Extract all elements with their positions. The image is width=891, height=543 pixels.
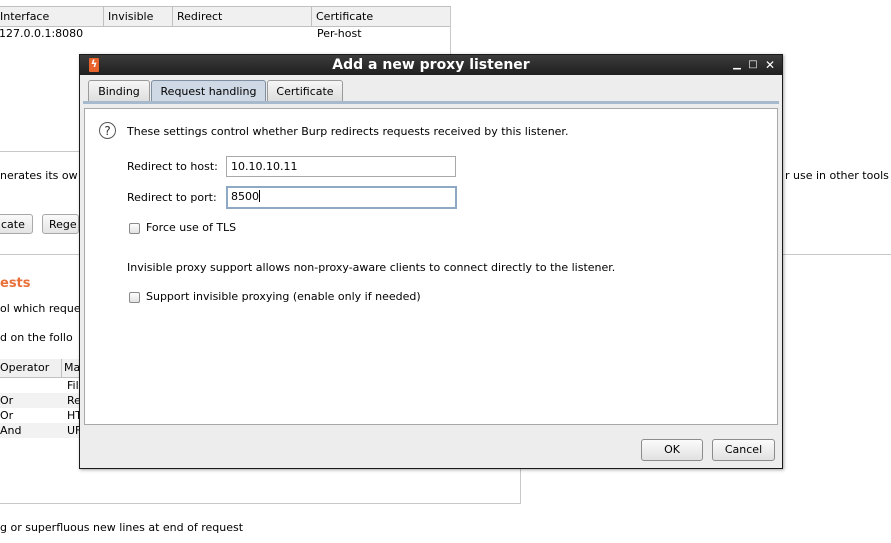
tab-request-handling[interactable]: Request handling <box>151 80 266 103</box>
column-header-certificate[interactable]: Certificate <box>312 7 450 26</box>
minimize-icon[interactable]: ▁ <box>730 58 744 72</box>
listener-interface: 127.0.0.1:8080 <box>0 27 84 40</box>
rule-operator: Or <box>0 409 14 422</box>
force-tls-label[interactable]: Force use of TLS <box>146 221 236 234</box>
section-description-2: d on the follo <box>0 331 73 344</box>
divider <box>0 254 79 255</box>
ok-button[interactable]: OK <box>641 439 703 461</box>
cancel-button[interactable]: Cancel <box>712 439 775 461</box>
rule-operator: And <box>0 424 22 437</box>
listener-certificate: Per-host <box>317 27 362 40</box>
redirect-port-label: Redirect to port: <box>127 191 217 204</box>
listeners-table-header: Interface Invisible Redirect Certificate <box>0 6 450 27</box>
section-description-1: ol which reque <box>0 302 81 315</box>
column-header-operator[interactable]: Operator <box>0 359 62 377</box>
redirect-host-value: 10.10.10.11 <box>231 160 298 173</box>
tab-strip <box>83 101 779 104</box>
help-icon[interactable]: ? <box>99 122 116 139</box>
redirect-host-label: Redirect to host: <box>127 160 218 173</box>
close-icon[interactable]: ✕ <box>763 58 777 72</box>
dialog-title: Add a new proxy listener <box>332 57 530 73</box>
redirect-port-input[interactable]: 8500 <box>226 186 457 209</box>
request-handling-panel: ? These settings control whether Burp re… <box>84 108 778 425</box>
section-title: ests <box>0 276 31 291</box>
table-row[interactable]: 127.0.0.1:8080 Per-host <box>0 26 450 42</box>
invisible-proxy-label[interactable]: Support invisible proxying (enable only … <box>146 290 421 303</box>
redirect-port-value: 8500 <box>231 190 259 203</box>
tab-binding[interactable]: Binding <box>88 80 150 101</box>
cert-description-left: nerates its ow <box>0 169 78 182</box>
rule-match: Fil <box>67 379 79 392</box>
column-header-invisible[interactable]: Invisible <box>104 7 173 26</box>
divider <box>783 254 891 255</box>
redirect-host-input[interactable]: 10.10.10.11 <box>226 156 456 177</box>
text-caret <box>259 190 260 202</box>
add-proxy-listener-dialog: ϟ Add a new proxy listener ▁ □ ✕ Binding… <box>79 54 783 469</box>
export-cacert-button[interactable]: cate <box>0 214 33 234</box>
tab-certificate[interactable]: Certificate <box>267 80 343 101</box>
column-header-redirect[interactable]: Redirect <box>173 7 312 26</box>
intro-text: These settings control whether Burp redi… <box>127 125 569 138</box>
invisible-proxy-info: Invisible proxy support allows non-proxy… <box>127 261 616 274</box>
maximize-icon[interactable]: □ <box>746 58 760 72</box>
cert-description-right: r use in other tools <box>785 169 889 182</box>
regenerate-cacert-button[interactable]: Rege <box>42 214 79 234</box>
footer-option-text: g or superfluous new lines at end of req… <box>0 521 244 534</box>
rule-operator: Or <box>0 394 14 407</box>
divider <box>0 151 79 152</box>
invisible-proxy-checkbox[interactable] <box>129 292 140 303</box>
dialog-titlebar[interactable]: ϟ Add a new proxy listener ▁ □ ✕ <box>80 55 782 75</box>
force-tls-checkbox[interactable] <box>129 223 140 234</box>
column-header-interface[interactable]: Interface <box>0 7 104 26</box>
